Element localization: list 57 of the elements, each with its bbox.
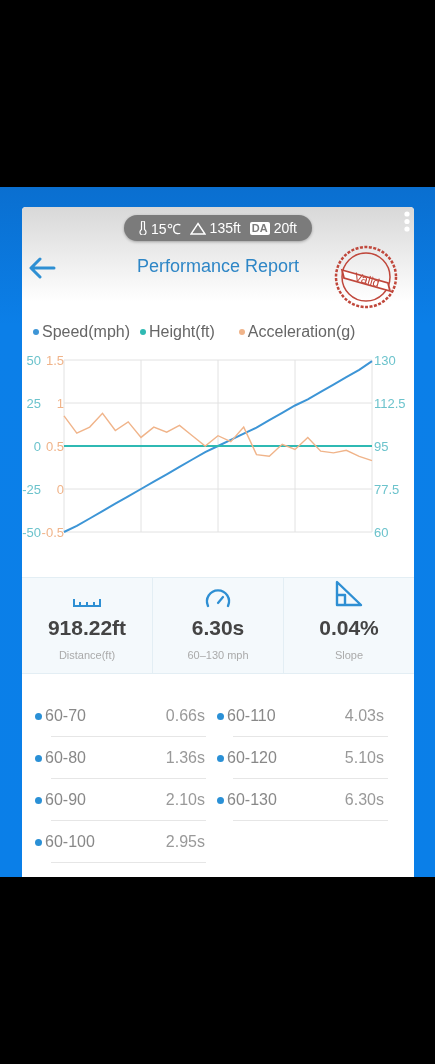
split-range: 60-120 bbox=[227, 749, 277, 767]
axis-tick-label: -0.5 bbox=[41, 525, 64, 540]
axis-tick-label: 1.5 bbox=[45, 353, 64, 368]
legend-label: Height(ft) bbox=[149, 323, 215, 341]
legend-label: Acceleration(g) bbox=[247, 323, 356, 341]
split-time: 6.30s bbox=[344, 791, 384, 809]
page-title: Performance Report bbox=[136, 255, 300, 277]
bullet-dot bbox=[35, 838, 42, 846]
legend-label: Speed(mph) bbox=[42, 323, 131, 341]
axis-tick-label: -50 bbox=[22, 525, 41, 540]
da-badge: DA bbox=[249, 221, 270, 235]
slope-icon bbox=[334, 580, 364, 608]
temperature-text: 15℃ bbox=[151, 219, 181, 238]
split-time: 2.10s bbox=[165, 791, 205, 809]
split-range: 60-90 bbox=[45, 791, 86, 809]
split-range: 60-80 bbox=[45, 749, 86, 767]
axis-tick-label: 0.5 bbox=[45, 439, 64, 454]
axis-tick-label: 77.5 bbox=[374, 482, 400, 497]
mountain-icon bbox=[189, 221, 206, 235]
axis-tick-label: 1 bbox=[56, 396, 64, 411]
bullet-dot bbox=[217, 712, 224, 720]
bullet-dot bbox=[217, 754, 224, 762]
axis-tick-label: 0 bbox=[56, 482, 64, 497]
axis-tick-label: 130 bbox=[374, 353, 396, 368]
stat-value: 0.04% bbox=[319, 616, 379, 640]
split-time: 5.10s bbox=[344, 749, 384, 767]
axis-tick-label: 112.5 bbox=[374, 396, 406, 411]
axis-tick-label: 60 bbox=[374, 525, 389, 540]
density-altitude-text: 20ft bbox=[273, 220, 297, 236]
bullet-dot bbox=[35, 712, 42, 720]
axis-tick-label: 50 bbox=[26, 353, 41, 368]
split-time: 0.66s bbox=[165, 707, 205, 725]
split-time: 1.36s bbox=[165, 749, 205, 767]
back-arrow-icon[interactable] bbox=[28, 257, 56, 279]
axis-tick-label: 95 bbox=[374, 439, 389, 454]
split-time: 2.95s bbox=[165, 833, 205, 851]
bullet-dot bbox=[35, 754, 42, 762]
stat-value: 6.30s bbox=[191, 616, 245, 640]
stat-label: Slope bbox=[334, 649, 364, 661]
axis-tick-label: 25 bbox=[26, 396, 41, 411]
elevation-text: 135ft bbox=[209, 220, 241, 236]
thermometer-icon bbox=[139, 221, 147, 235]
split-range: 60-100 bbox=[45, 833, 95, 851]
bullet-dot bbox=[217, 796, 224, 804]
split-range: 60-130 bbox=[227, 791, 277, 809]
stat-label: Distance(ft) bbox=[58, 649, 116, 661]
axis-tick-label: -25 bbox=[22, 482, 41, 497]
split-range: 60-110 bbox=[227, 707, 276, 725]
split-time: 4.03s bbox=[344, 707, 384, 725]
split-range: 60-70 bbox=[45, 707, 86, 725]
stamp-drawing bbox=[334, 245, 398, 309]
bullet-dot bbox=[35, 796, 42, 804]
stat-label: 60–130 mph bbox=[187, 649, 249, 661]
speedometer-icon bbox=[204, 588, 232, 608]
axis-tick-label: 0 bbox=[33, 439, 41, 454]
stat-value: 918.22ft bbox=[47, 616, 127, 640]
ruler-icon bbox=[72, 596, 102, 608]
